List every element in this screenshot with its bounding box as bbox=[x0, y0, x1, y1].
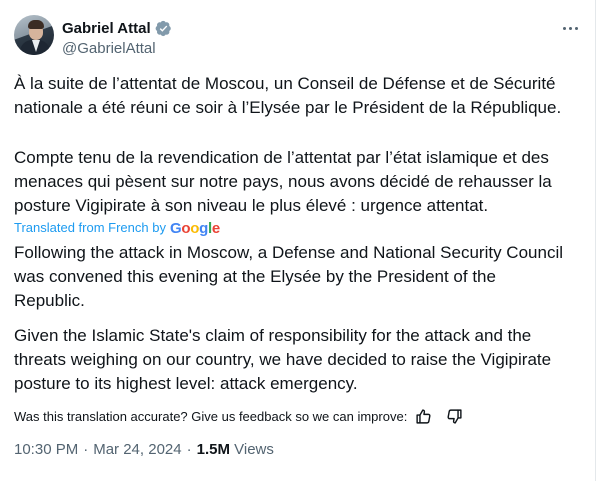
verified-badge-icon bbox=[155, 20, 171, 37]
author-name[interactable]: Gabriel Attal bbox=[62, 20, 151, 37]
views-label: Views bbox=[234, 441, 274, 458]
avatar[interactable] bbox=[14, 15, 54, 55]
tweet-metadata: 10:30 PM · Mar 24, 2024 · 1.5M Views bbox=[14, 441, 274, 458]
views-count: 1.5M bbox=[196, 441, 230, 458]
more-options-icon[interactable] bbox=[558, 18, 582, 38]
more-dot bbox=[568, 26, 572, 30]
tweet-card: Gabriel Attal @GabrielAttal À la suite d… bbox=[0, 0, 596, 481]
tweet-views[interactable]: 1.5M Views bbox=[197, 441, 274, 458]
thumbs-up-icon[interactable] bbox=[415, 408, 432, 425]
more-dot bbox=[574, 26, 578, 30]
separator-dot: · bbox=[83, 441, 89, 458]
more-dot bbox=[562, 26, 566, 30]
separator-dot: · bbox=[186, 441, 192, 458]
translation-feedback: Was this translation accurate? Give us f… bbox=[14, 408, 463, 425]
translated-label[interactable]: Translated from French by bbox=[14, 220, 166, 235]
translation-attribution: Translated from French by Google bbox=[14, 219, 220, 237]
tweet-translated-paragraph-2: Given the Islamic State's claim of respo… bbox=[14, 326, 552, 393]
author-name-row: Gabriel Attal bbox=[62, 20, 172, 37]
tweet-original-paragraph-1: À la suite de l’attentat de Moscou, un C… bbox=[14, 74, 562, 117]
author-handle[interactable]: @GabrielAttal bbox=[62, 40, 156, 57]
feedback-buttons bbox=[415, 408, 463, 425]
tweet-time[interactable]: 10:30 PM bbox=[14, 441, 78, 458]
tweet-date[interactable]: Mar 24, 2024 bbox=[93, 441, 181, 458]
thumbs-down-icon[interactable] bbox=[446, 408, 463, 425]
avatar-hair bbox=[28, 20, 44, 29]
tweet-translated-paragraph-1: Following the attack in Moscow, a Defens… bbox=[14, 243, 564, 310]
google-logo: Google bbox=[169, 220, 220, 237]
feedback-prompt: Was this translation accurate? Give us f… bbox=[14, 409, 408, 424]
tweet-original-paragraph-2: Compte tenu de la revendication de l’att… bbox=[14, 148, 552, 215]
